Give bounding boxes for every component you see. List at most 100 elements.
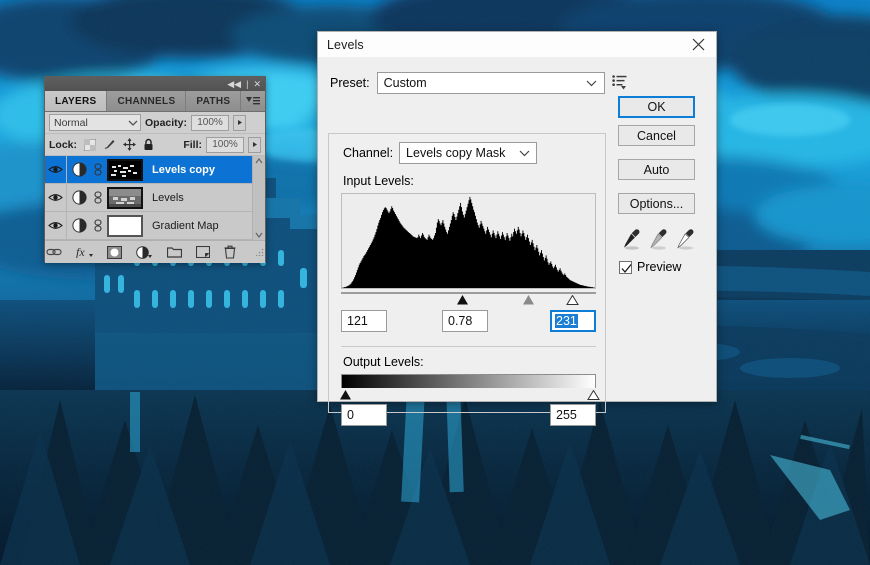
blend-opacity-row: Normal Opacity: 100% [45, 112, 265, 134]
preview-checkbox-row[interactable]: Preview [619, 260, 708, 274]
input-gamma-value: 0.78 [448, 314, 473, 328]
panel-menu-icon[interactable] [241, 91, 265, 111]
resize-grip[interactable] [256, 248, 264, 256]
channel-select[interactable]: Levels copy Mask [399, 142, 538, 164]
output-levels-slider[interactable] [339, 388, 600, 401]
new-layer-icon[interactable] [196, 246, 210, 258]
output-black-value: 0 [347, 408, 354, 422]
tab-layers[interactable]: LAYERS [45, 91, 108, 111]
tab-paths[interactable]: PATHS [186, 91, 242, 111]
white-point-slider[interactable] [565, 294, 579, 305]
gamma-slider[interactable] [522, 294, 535, 305]
layers-panel-titlebar: ◀◀ | ✕ [45, 77, 265, 91]
white-point-eyedropper[interactable] [675, 228, 695, 250]
input-levels-label: Input Levels: [343, 174, 414, 188]
output-black-slider[interactable] [339, 389, 352, 400]
add-mask-icon[interactable] [107, 245, 122, 259]
dialog-buttons: OK Cancel Auto Options... Preview [618, 96, 708, 274]
delete-layer-icon[interactable] [224, 245, 236, 259]
layer-mask-thumbnail[interactable] [107, 158, 143, 181]
black-point-eyedropper[interactable] [621, 228, 641, 250]
link-layers-icon[interactable] [46, 247, 62, 257]
svg-text:fx: fx [76, 246, 85, 258]
layer-style-fx-icon[interactable]: fx [76, 246, 93, 258]
divider [341, 346, 596, 347]
checkmark-icon [621, 263, 632, 273]
preset-options-icon[interactable] [611, 74, 628, 92]
lock-move-icon[interactable] [123, 138, 137, 151]
panel-divider: | [246, 78, 249, 89]
input-gamma-field[interactable]: 0.78 [442, 310, 488, 332]
gray-point-eyedropper[interactable] [648, 228, 668, 250]
histogram [341, 193, 596, 289]
options-button[interactable]: Options... [618, 193, 695, 214]
input-levels-slider[interactable] [341, 291, 596, 305]
layers-panel-toolbar[interactable]: fx [45, 240, 265, 263]
mask-link-icon[interactable] [91, 163, 105, 176]
tab-channels[interactable]: CHANNELS [107, 91, 187, 111]
output-white-slider[interactable] [586, 389, 600, 400]
layer-visibility-icon[interactable] [45, 184, 67, 211]
blend-mode-select[interactable]: Normal [49, 114, 141, 131]
lock-label: Lock: [49, 138, 78, 151]
input-black-value: 121 [347, 314, 368, 328]
mask-link-icon[interactable] [91, 219, 105, 232]
preset-value: Custom [383, 76, 427, 90]
output-white-value: 255 [556, 408, 577, 422]
table-row[interactable]: Levels copy [45, 156, 265, 184]
preset-select[interactable]: Custom [376, 72, 605, 94]
layer-mask-thumbnail[interactable] [107, 186, 143, 209]
lock-paint-icon[interactable] [103, 138, 116, 151]
layer-list[interactable]: Levels copy Levels Gradient Map [45, 156, 265, 240]
lock-all-icon[interactable] [143, 138, 154, 151]
auto-button[interactable]: Auto [618, 159, 695, 180]
layer-visibility-icon[interactable] [45, 212, 67, 239]
input-white-field[interactable]: 231 [550, 310, 596, 332]
new-group-icon[interactable] [167, 246, 182, 258]
layer-list-scrollbar[interactable] [252, 156, 265, 240]
ok-button-label: OK [647, 100, 666, 114]
layer-name: Gradient Map [152, 219, 219, 232]
mask-link-icon[interactable] [91, 191, 105, 204]
output-white-field[interactable]: 255 [550, 404, 596, 426]
slider-rail [341, 292, 596, 294]
adjustment-layer-icon [67, 162, 91, 177]
cancel-button[interactable]: Cancel [618, 125, 695, 146]
preset-row: Preset: Custom [330, 72, 706, 94]
lock-transparency-icon[interactable] [84, 138, 97, 151]
layer-visibility-icon[interactable] [45, 156, 67, 183]
tab-paths-label: PATHS [196, 95, 231, 107]
fill-input[interactable]: 100% [206, 136, 244, 153]
layers-panel[interactable]: ◀◀ | ✕ LAYERS CHANNELS PATHS Normal Opac… [44, 76, 266, 263]
output-black-field[interactable]: 0 [341, 404, 387, 426]
close-icon[interactable]: ✕ [253, 79, 261, 89]
layer-mask-thumbnail[interactable] [107, 214, 143, 237]
layer-name: Levels copy [152, 163, 215, 176]
fill-value: 100% [212, 139, 238, 150]
collapse-icon[interactable]: ◀◀ [227, 79, 241, 89]
black-point-slider[interactable] [456, 294, 469, 305]
adjustment-layer-icon [67, 218, 91, 233]
chevron-down-icon [584, 80, 600, 87]
fill-stepper[interactable] [248, 136, 261, 153]
table-row[interactable]: Gradient Map [45, 212, 265, 240]
opacity-stepper[interactable] [233, 114, 247, 131]
layer-name: Levels [152, 191, 184, 204]
input-black-field[interactable]: 121 [341, 310, 387, 332]
lock-fill-row: Lock: Fill: 100% [45, 134, 265, 156]
new-adjustment-layer-icon[interactable] [136, 245, 153, 259]
ok-button[interactable]: OK [618, 96, 695, 118]
opacity-value: 100% [197, 117, 223, 128]
scroll-down-icon [255, 232, 263, 238]
dialog-titlebar[interactable]: Levels [318, 32, 716, 58]
close-icon[interactable] [680, 32, 716, 57]
opacity-input[interactable]: 100% [191, 114, 230, 131]
levels-dialog[interactable]: Levels Preset: Custom Channel: Levels co… [317, 31, 717, 426]
input-white-value: 231 [555, 314, 578, 328]
options-button-label: Options... [629, 196, 684, 211]
layers-panel-tabs[interactable]: LAYERS CHANNELS PATHS [45, 91, 265, 112]
levels-groupbox: Channel: Levels copy Mask Input Levels: [328, 133, 606, 426]
table-row[interactable]: Levels [45, 184, 265, 212]
preview-checkbox[interactable] [619, 260, 632, 274]
scroll-up-icon [255, 158, 263, 164]
